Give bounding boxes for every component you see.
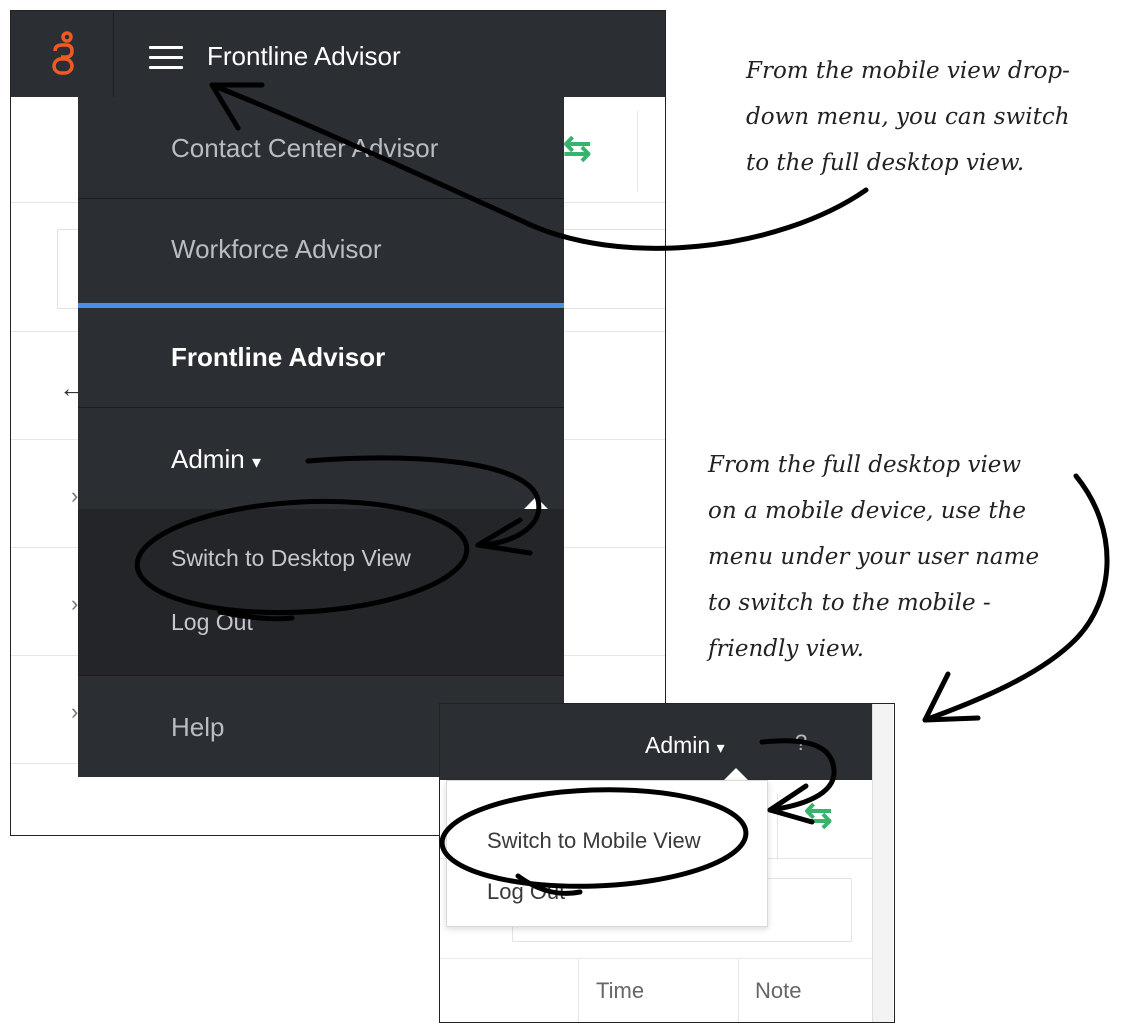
- arrow-to-hamburger: [209, 82, 869, 251]
- arrow-to-desktop-screenshot: [922, 473, 1110, 723]
- annotation-arrows: [134, 82, 1110, 896]
- highlight-circle-desktop: [134, 498, 470, 616]
- arrowhead: [922, 671, 981, 723]
- arrow-admin-to-switch-mobile: [759, 738, 837, 813]
- arrowhead: [209, 82, 265, 131]
- arrowhead: [475, 517, 533, 556]
- highlight-circle-mobile: [439, 787, 749, 889]
